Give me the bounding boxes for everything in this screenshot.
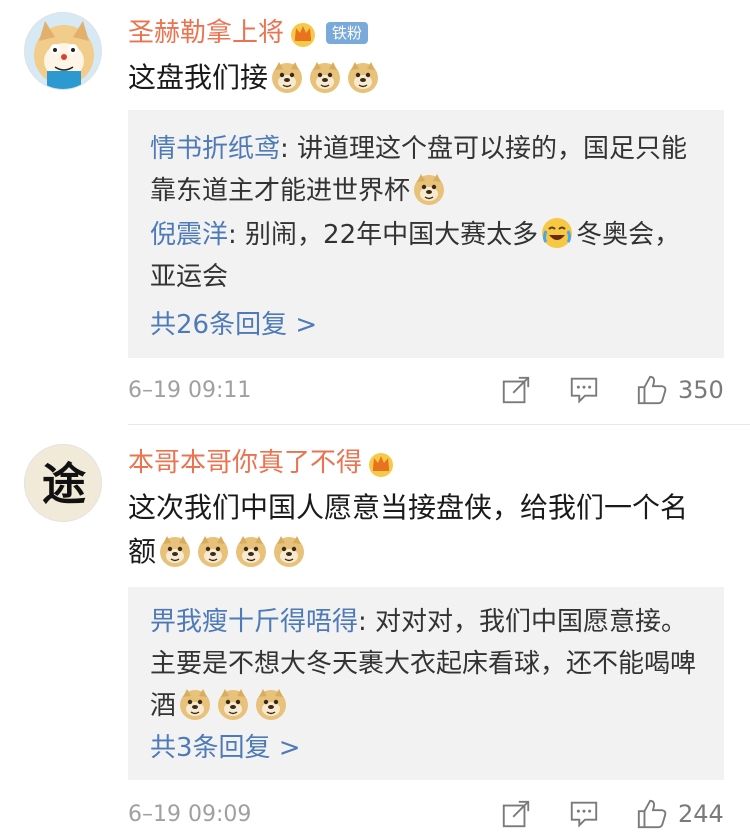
username-text[interactable]: 圣赫勒拿上将 bbox=[128, 16, 284, 50]
laugh-cry-emoji-icon bbox=[540, 216, 574, 250]
doge-emoji-icon bbox=[158, 534, 192, 568]
comment-icon[interactable] bbox=[568, 374, 600, 406]
doge-emoji-icon bbox=[346, 60, 380, 94]
username[interactable]: 圣赫勒拿上将 铁粉 bbox=[128, 16, 369, 50]
like-icon bbox=[636, 374, 668, 406]
doge-emoji-icon bbox=[234, 534, 268, 568]
more-replies-link[interactable]: 共26条回复 > bbox=[150, 308, 317, 342]
like-button[interactable]: 244 bbox=[636, 798, 724, 830]
reply-box[interactable]: 畀我瘦十斤得唔得: 对对对，我们中国愿意接。主要是不想大冬天裹大衣起床看球，还不… bbox=[128, 587, 724, 780]
like-icon bbox=[636, 798, 668, 830]
doraemon-avatar-icon bbox=[25, 13, 101, 89]
doge-emoji-icon bbox=[254, 687, 288, 721]
reply-username[interactable]: 倪震洋 bbox=[150, 220, 228, 250]
comment-text: 这盘我们接 bbox=[128, 56, 710, 100]
reply-box[interactable]: 情书折纸鸢: 讲道理这个盘可以接的，国足只能靠东道主才能进世界杯 倪震洋: 别闹… bbox=[128, 110, 724, 358]
reply-username[interactable]: 情书折纸鸢 bbox=[150, 134, 280, 164]
timestamp: 6–19 09:11 bbox=[128, 378, 252, 403]
like-button[interactable]: 350 bbox=[636, 374, 724, 406]
username[interactable]: 本哥本哥你真了不得 bbox=[128, 446, 396, 480]
doge-emoji-icon bbox=[216, 687, 250, 721]
svg-text:途: 途 bbox=[42, 459, 86, 510]
divider bbox=[128, 424, 750, 425]
reply-item: 畀我瘦十斤得唔得: 对对对，我们中国愿意接。主要是不想大冬天裹大衣起床看球，还不… bbox=[150, 601, 702, 727]
share-icon[interactable] bbox=[500, 374, 532, 406]
like-count: 350 bbox=[678, 376, 724, 404]
doge-emoji-icon bbox=[308, 60, 342, 94]
more-replies-link[interactable]: 共3条回复 > bbox=[150, 731, 301, 765]
reply-separator: : bbox=[228, 220, 246, 250]
share-icon[interactable] bbox=[500, 798, 532, 830]
doge-emoji-icon bbox=[270, 60, 304, 94]
username-text[interactable]: 本哥本哥你真了不得 bbox=[128, 446, 362, 480]
comment-icon[interactable] bbox=[568, 798, 600, 830]
reply-text: 别闹，22年中国大赛太多 bbox=[245, 220, 539, 250]
calligraphy-avatar-icon: 途 bbox=[25, 445, 101, 521]
avatar[interactable] bbox=[24, 12, 102, 90]
doge-emoji-icon bbox=[196, 534, 230, 568]
comment-text: 这次我们中国人愿意当接盘侠，给我们一个名额 bbox=[128, 486, 702, 574]
reply-item: 情书折纸鸢: 讲道理这个盘可以接的，国足只能靠东道主才能进世界杯 bbox=[150, 128, 702, 212]
comment-text-content: 这盘我们接 bbox=[128, 61, 269, 94]
doge-emoji-icon bbox=[272, 534, 306, 568]
doge-emoji-icon bbox=[412, 172, 446, 206]
comment-item: 圣赫勒拿上将 铁粉 这盘我们接 情书折纸鸢: 讲道理这个盘可以接的，国足只能靠东… bbox=[0, 0, 750, 420]
timestamp: 6–19 09:09 bbox=[128, 802, 252, 827]
reply-separator: : bbox=[358, 607, 376, 637]
crown-badge-icon bbox=[366, 448, 396, 478]
reply-item: 倪震洋: 别闹，22年中国大赛太多 冬奥会，亚运会 bbox=[150, 214, 702, 298]
fan-badge: 铁粉 bbox=[326, 22, 369, 44]
crown-badge-icon bbox=[288, 18, 318, 48]
doge-emoji-icon bbox=[178, 687, 212, 721]
reply-separator: : bbox=[280, 134, 298, 164]
comment-item: 途 本哥本哥你真了不得 这次我们中国人愿意当接盘侠，给我们一个名额 畀我瘦十斤得… bbox=[0, 430, 750, 835]
reply-username[interactable]: 畀我瘦十斤得唔得 bbox=[150, 607, 358, 637]
avatar[interactable]: 途 bbox=[24, 444, 102, 522]
like-count: 244 bbox=[678, 800, 724, 828]
